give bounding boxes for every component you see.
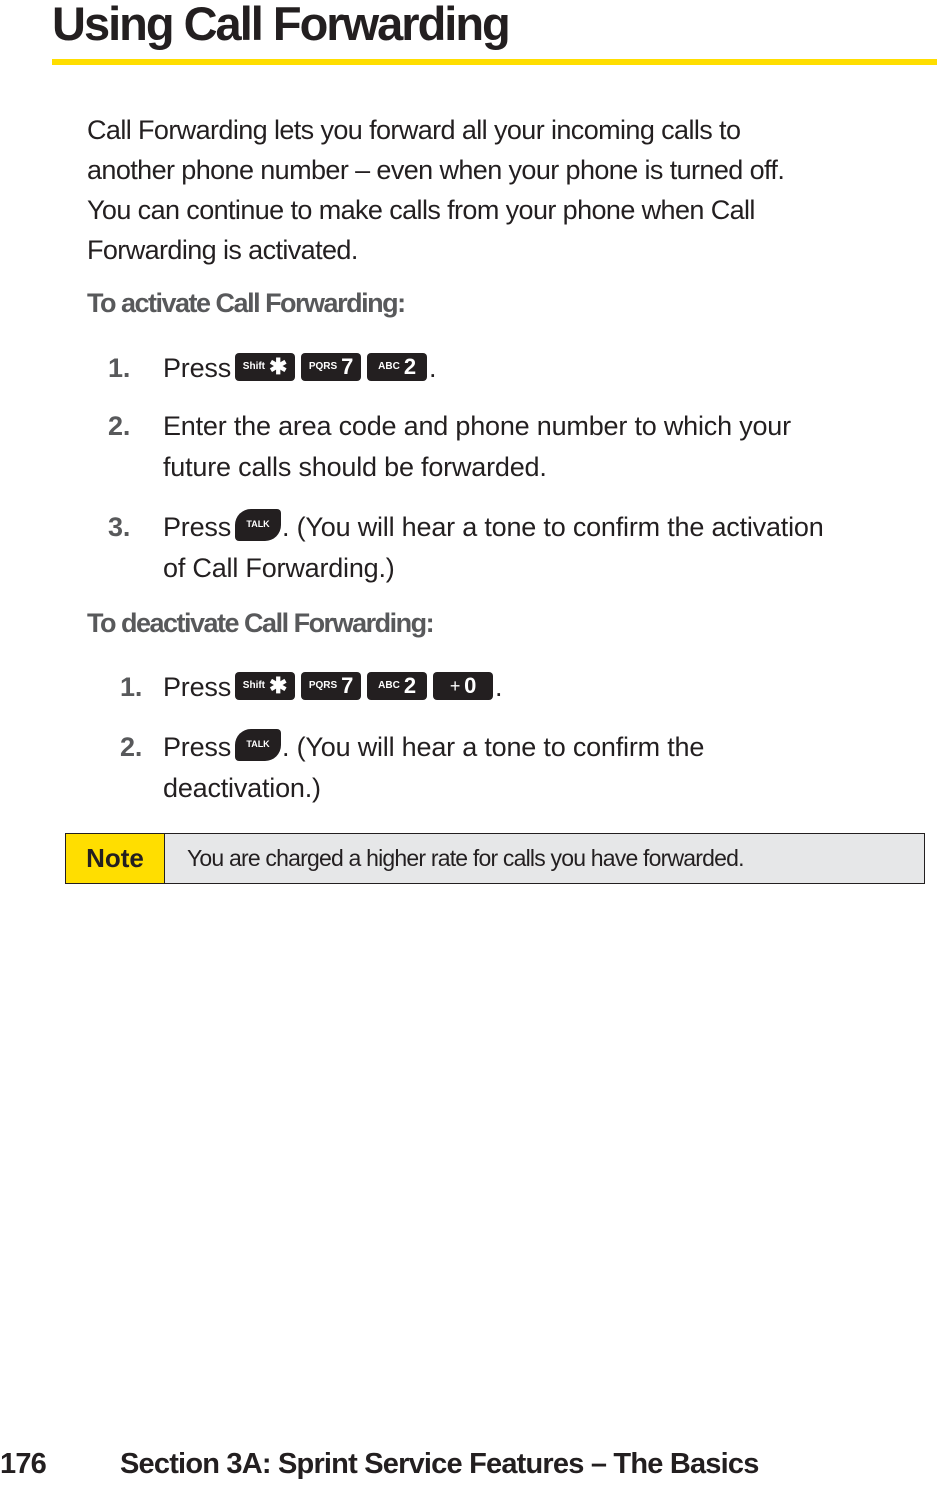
title-underline [52,59,937,65]
step-number: 1. [108,353,131,383]
step-text: Enter the area code and phone number to … [163,411,791,441]
abc-2-key-icon: ABC 2 [367,671,428,700]
step-text: deactivation.) [163,773,321,803]
page-number: 176 [0,1448,47,1480]
page-title: Using Call Forwarding [52,0,511,50]
step-text: of Call Forwarding.) [163,553,395,583]
intro-line: You can continue to make calls from your… [87,195,755,225]
shift-star-key-icon: Shift ✱ [235,671,296,700]
step-number: 1. [120,672,143,702]
note-text: You are charged a higher rate for calls … [187,845,745,871]
step-text: Press [163,353,232,383]
intro-line: Call Forwarding lets you forward all you… [87,115,741,145]
section-title: Section 3A: Sprint Service Features – Th… [120,1448,759,1480]
intro-paragraph: Call Forwarding lets you forward all you… [87,110,937,270]
step-number: 2. [108,411,131,441]
note-box: Note You are charged a higher rate for c… [65,833,925,884]
shift-star-key-icon: Shift ✱ [235,352,296,381]
pqrs-7-key-icon: PQRS 7 [301,671,362,700]
note-label: Note [66,834,165,883]
intro-line: Forwarding is activated. [87,235,358,265]
plus-0-key-icon: +0 [433,671,494,700]
step-number: 3. [108,512,131,542]
deactivate-heading: To deactivate Call Forwarding: [87,608,435,638]
intro-line: another phone number – even when your ph… [87,155,785,185]
talk-key-icon: TALK [235,728,282,761]
pqrs-7-key-icon: PQRS 7 [301,352,362,381]
step-text: Press [163,732,232,762]
step-number: 2. [120,732,143,762]
step-text: future calls should be forwarded. [163,452,547,482]
step-text: Press [163,512,232,542]
step-text: Press [163,672,232,702]
activate-heading: To activate Call Forwarding: [87,288,406,318]
talk-key-icon: TALK [235,508,282,541]
abc-2-key-icon: ABC 2 [367,352,428,381]
